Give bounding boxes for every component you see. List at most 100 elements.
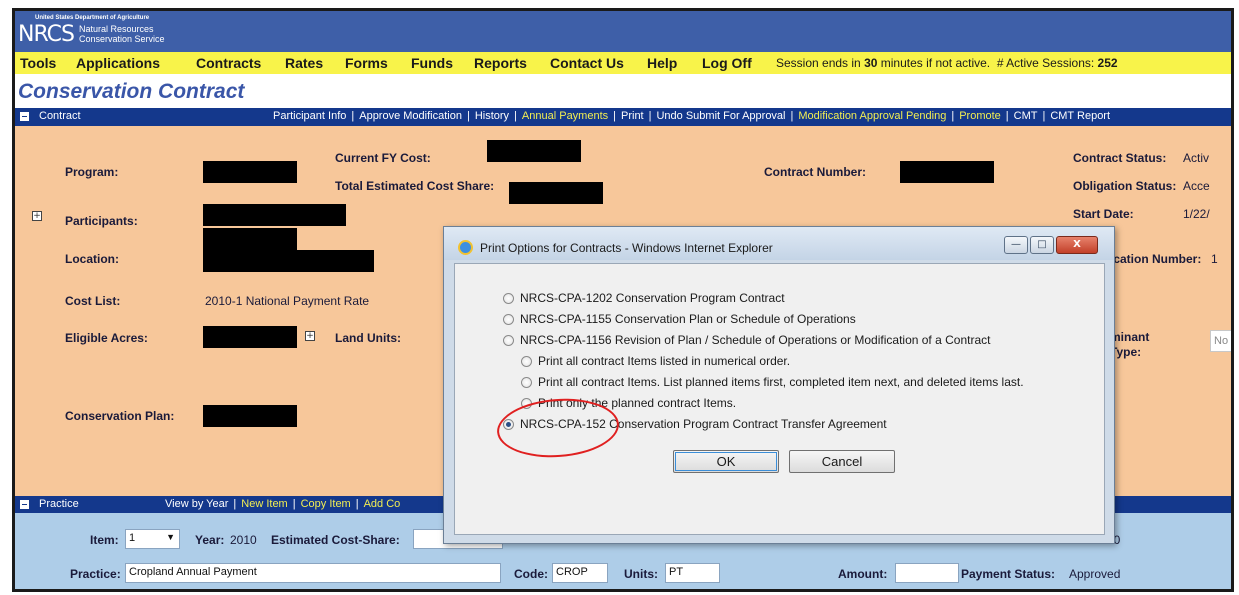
dialog-title: Print Options for Contracts - Windows In…	[480, 241, 773, 255]
radio-print-numerical[interactable]	[521, 356, 532, 367]
item-select[interactable]: 1 ▼	[125, 529, 180, 549]
radio-cpa-1155[interactable]	[503, 314, 514, 325]
nrcs-logo-icon: NRCS	[18, 22, 75, 47]
collapse-icon[interactable]	[20, 112, 29, 121]
menu-rates[interactable]: Rates	[285, 55, 323, 71]
contract-links: Participant Info | Approve Modification | Hi…	[273, 110, 1111, 122]
app-window: United States Department of Agriculture …	[12, 8, 1234, 592]
plus-icon[interactable]: +	[305, 331, 315, 341]
menu-forms[interactable]: Forms	[345, 55, 388, 71]
total-cost-share-label: Total Estimated Cost Share:	[335, 179, 495, 193]
units-label: Units:	[624, 567, 658, 581]
location-label: Location:	[65, 252, 119, 266]
collapse-icon[interactable]	[20, 500, 29, 509]
item-label: Item:	[90, 533, 119, 547]
menu-reports[interactable]: Reports	[474, 55, 527, 71]
menu-bar: Tools Applications Contracts Rates Forms…	[15, 52, 1231, 74]
option-print-planned-first[interactable]: Print all contract Items. List planned i…	[538, 375, 1024, 389]
program-value-redacted	[203, 161, 297, 183]
participants-label: Participants:	[65, 214, 138, 228]
program-label: Program:	[65, 165, 119, 179]
practice-links: View by Year | New Item | Copy Item | Add Co	[165, 498, 401, 510]
menu-contracts[interactable]: Contracts	[196, 55, 261, 71]
eligible-acres-value-redacted	[203, 326, 297, 348]
year-value: 2010	[230, 533, 257, 547]
link-add-component[interactable]: Add Co	[364, 498, 401, 510]
link-approve-modification[interactable]: Approve Modification	[359, 110, 462, 122]
option-cpa-1156[interactable]: NRCS-CPA-1156 Revision of Plan / Schedul…	[520, 333, 990, 347]
ok-button[interactable]: OK	[673, 450, 779, 473]
eligible-acres-label: Eligible Acres:	[65, 331, 148, 345]
payment-status-label: Payment Status:	[961, 567, 1056, 581]
current-fy-cost-label: Current FY Cost:	[335, 151, 431, 165]
units-field[interactable]: PT	[665, 563, 720, 583]
conservation-plan-value-redacted	[203, 405, 297, 427]
link-new-item[interactable]: New Item	[241, 498, 287, 510]
practice-section-title: Practice	[39, 498, 79, 510]
modification-number-value: 1	[1211, 252, 1218, 266]
link-cmt[interactable]: CMT	[1014, 110, 1038, 122]
link-participant-info[interactable]: Participant Info	[273, 110, 346, 122]
contract-section-bar: Contract Participant Info | Approve Modifi…	[15, 108, 1231, 126]
link-annual-payments[interactable]: Annual Payments	[522, 110, 608, 122]
location-value-redacted-1	[203, 228, 297, 250]
plus-icon[interactable]: +	[32, 211, 42, 221]
link-view-by-year[interactable]: View by Year	[165, 498, 228, 510]
practice-field[interactable]: Cropland Annual Payment	[125, 563, 501, 583]
link-print[interactable]: Print	[621, 110, 644, 122]
obligation-status-label: Obligation Status:	[1073, 179, 1177, 193]
item-value: 1	[129, 532, 136, 544]
dialog-titlebar[interactable]: Print Options for Contracts - Windows In…	[444, 227, 1114, 260]
title-bar: Conservation Contract	[15, 74, 1231, 108]
code-label: Code:	[514, 567, 548, 581]
usda-text: United States Department of Agriculture	[35, 15, 150, 21]
print-options-dialog: Print Options for Contracts - Windows In…	[443, 226, 1115, 544]
link-promote[interactable]: Promote	[959, 110, 1001, 122]
code-field[interactable]: CROP	[552, 563, 608, 583]
contract-section-title: Contract	[39, 110, 81, 122]
option-print-numerical[interactable]: Print all contract Items listed in numer…	[538, 354, 790, 368]
menu-help[interactable]: Help	[647, 55, 677, 71]
link-cmt-report[interactable]: CMT Report	[1050, 110, 1110, 122]
menu-contact-us[interactable]: Contact Us	[550, 55, 624, 71]
menu-log-off[interactable]: Log Off	[702, 55, 752, 71]
link-undo-submit[interactable]: Undo Submit For Approval	[656, 110, 785, 122]
modification-number-label: ication Number:	[1110, 252, 1202, 266]
current-fy-cost-redacted	[487, 140, 581, 162]
menu-funds[interactable]: Funds	[411, 55, 453, 71]
start-date-label: Start Date:	[1073, 207, 1134, 221]
land-units-label: Land Units:	[335, 331, 401, 345]
contract-number-redacted	[900, 161, 994, 183]
internet-explorer-icon	[458, 240, 473, 255]
menu-tools[interactable]: Tools	[20, 55, 56, 71]
menu-applications[interactable]: Applications	[76, 55, 160, 71]
link-modification-approval-pending[interactable]: Modification Approval Pending	[798, 110, 946, 122]
obligation-status-value: Acce	[1183, 179, 1210, 193]
radio-cpa-1202[interactable]	[503, 293, 514, 304]
cost-list-label: Cost List:	[65, 294, 121, 308]
link-copy-item[interactable]: Copy Item	[301, 498, 351, 510]
option-cpa-1202[interactable]: NRCS-CPA-1202 Conservation Program Contr…	[520, 291, 785, 305]
option-cpa-1155[interactable]: NRCS-CPA-1155 Conservation Plan or Sched…	[520, 312, 856, 326]
practice-label: Practice:	[70, 567, 121, 581]
cancel-button[interactable]: Cancel	[789, 450, 895, 473]
maximize-button[interactable]: □	[1030, 236, 1054, 254]
chevron-down-icon: ▼	[166, 532, 175, 542]
nrcs-subtitle-2: Conservation Service	[79, 34, 165, 44]
start-date-value: 1/22/	[1183, 207, 1210, 221]
amount-field[interactable]	[895, 563, 959, 583]
close-button[interactable]: X	[1056, 236, 1098, 254]
dominant-select[interactable]: No	[1210, 330, 1231, 352]
radio-print-planned-first[interactable]	[521, 377, 532, 388]
nrcs-subtitle-1: Natural Resources	[79, 24, 154, 34]
minimize-button[interactable]: —	[1004, 236, 1028, 254]
conservation-plan-label: Conservation Plan:	[65, 409, 175, 423]
participants-value-redacted	[203, 204, 346, 226]
est-cost-share-label: Estimated Cost-Share:	[271, 533, 400, 547]
link-history[interactable]: History	[475, 110, 509, 122]
year-label: Year:	[195, 533, 225, 547]
amount-label: Amount:	[838, 567, 888, 581]
radio-cpa-1156[interactable]	[503, 335, 514, 346]
page-title: Conservation Contract	[18, 80, 245, 103]
contract-status-value: Activ	[1183, 151, 1210, 165]
